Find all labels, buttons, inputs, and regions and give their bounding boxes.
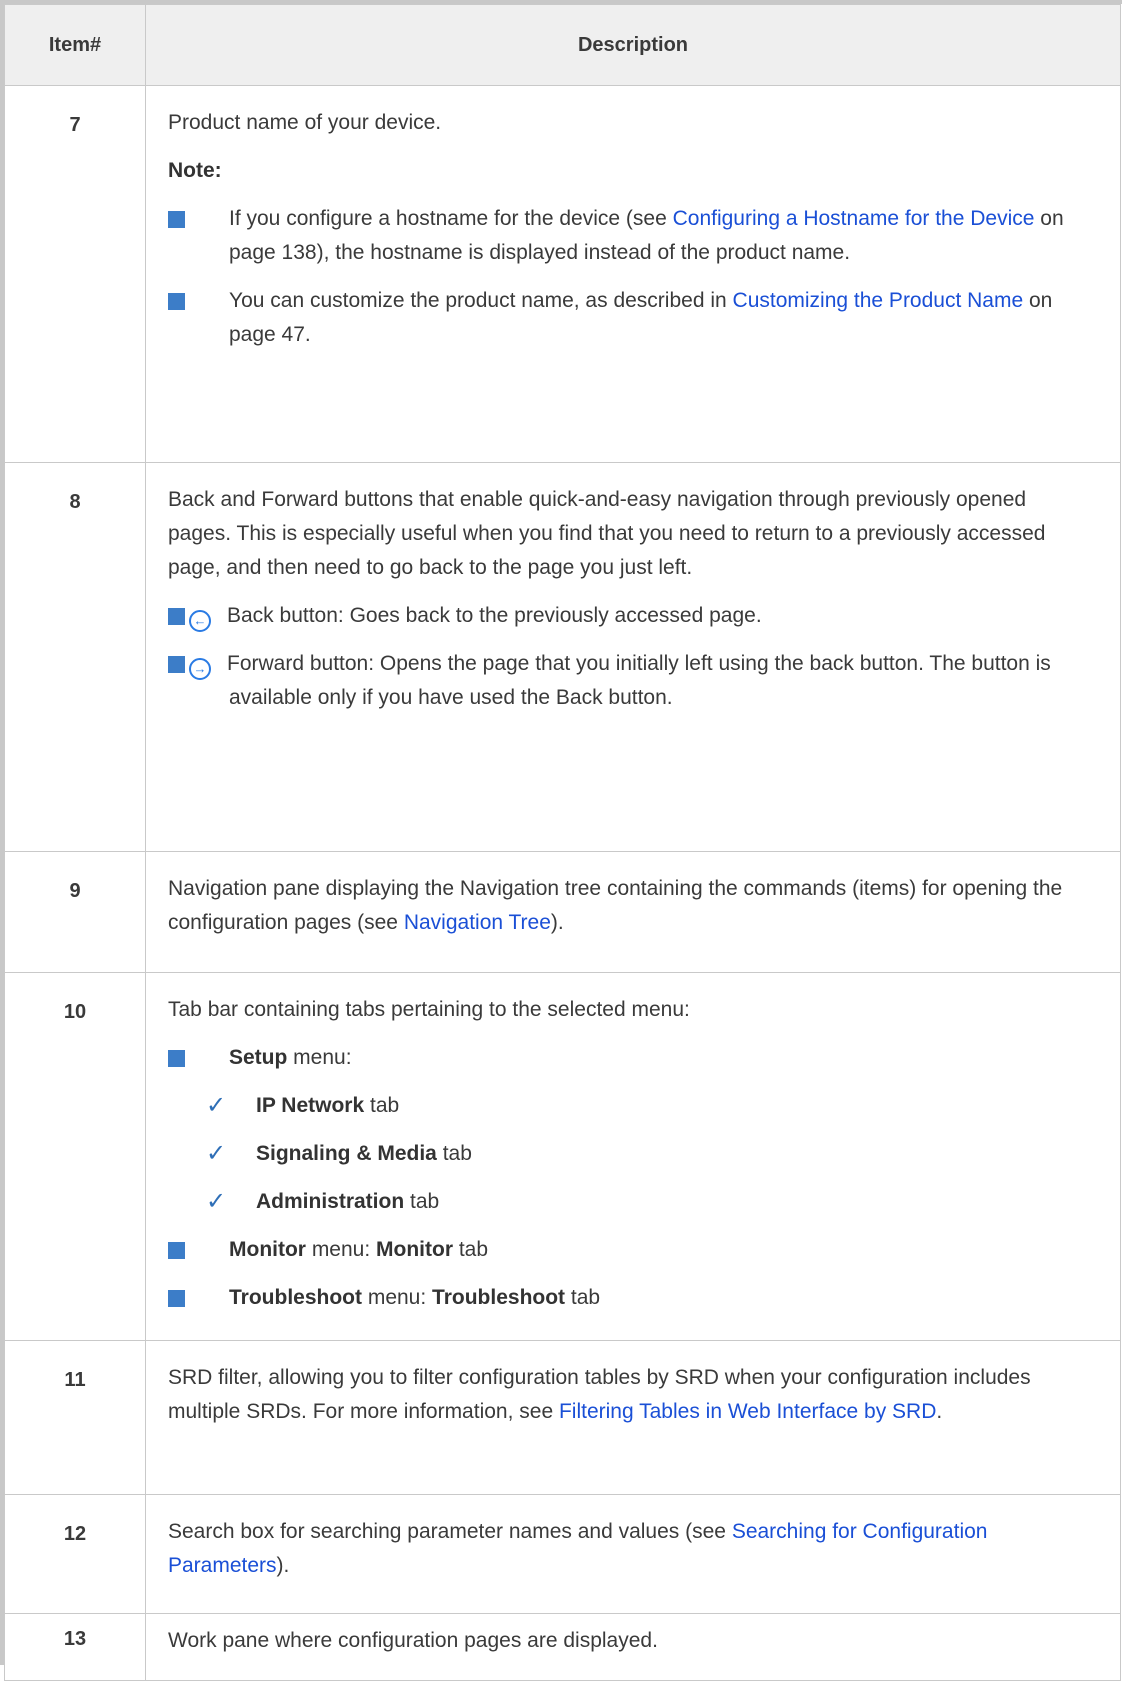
square-bullet-icon — [168, 211, 185, 228]
item-number: 8 — [4, 462, 146, 852]
list-item: Troubleshoot menu: Troubleshoot tab — [168, 1281, 1092, 1315]
back-arrow-circle-icon: ← — [189, 610, 211, 632]
forward-arrow-circle-icon: → — [189, 658, 211, 680]
table-row: 10 Tab bar containing tabs pertaining to… — [4, 972, 1121, 1341]
check-icon: ✓ — [206, 1092, 227, 1119]
item-number: 11 — [4, 1340, 146, 1495]
description-text: Work pane where configuration pages are … — [168, 1629, 658, 1652]
square-bullet-icon — [168, 1050, 185, 1067]
sub-list-item: ✓ Administration tab — [168, 1185, 1092, 1219]
item-number: 9 — [4, 851, 146, 973]
description-table: Item# Description 7 Product name of your… — [4, 4, 1121, 1681]
square-bullet-icon — [168, 293, 185, 310]
description-text: Product name of your device. — [168, 111, 442, 134]
item-description: Product name of your device. Note: If yo… — [145, 85, 1121, 463]
list-item: If you configure a hostname for the devi… — [168, 202, 1092, 270]
table-row: 9 Navigation pane displaying the Navigat… — [4, 851, 1121, 973]
link-customizing-product-name[interactable]: Customizing the Product Name — [733, 289, 1024, 312]
list-item: You can customize the product name, as d… — [168, 284, 1092, 352]
table-row: 11 SRD filter, allowing you to filter co… — [4, 1340, 1121, 1495]
sub-list-item: ✓ IP Network tab — [168, 1089, 1092, 1123]
square-bullet-icon — [168, 1242, 185, 1259]
item-description: Tab bar containing tabs pertaining to th… — [145, 972, 1121, 1341]
item-number: 12 — [4, 1494, 146, 1614]
description-text: SRD filter, allowing you to filter confi… — [168, 1366, 1031, 1423]
description-text: Navigation pane displaying the Navigatio… — [168, 877, 1063, 934]
item-description: Search box for searching parameter names… — [145, 1494, 1121, 1614]
list-item: → Forward button: Opens the page that you… — [168, 647, 1092, 715]
square-bullet-icon — [168, 1290, 185, 1307]
description-text: Back and Forward buttons that enable qui… — [168, 488, 1046, 579]
list-item: Setup menu: — [168, 1041, 1092, 1075]
table-row: 13 Work pane where configuration pages a… — [4, 1613, 1121, 1681]
square-bullet-icon — [168, 608, 185, 625]
header-item: Item# — [4, 4, 146, 86]
description-text: Search box for searching parameter names… — [168, 1520, 988, 1577]
item-description: Navigation pane displaying the Navigatio… — [145, 851, 1121, 973]
link-filtering-tables[interactable]: Filtering Tables in Web Interface by SRD — [559, 1400, 936, 1423]
list-item: Monitor menu: Monitor tab — [168, 1233, 1092, 1267]
item-number: 13 — [4, 1613, 146, 1681]
table-row: 12 Search box for searching parameter na… — [4, 1494, 1121, 1614]
check-icon: ✓ — [206, 1188, 227, 1215]
note-label: Note: — [168, 159, 222, 182]
check-icon: ✓ — [206, 1140, 227, 1167]
item-number: 10 — [4, 972, 146, 1341]
table-row: 7 Product name of your device. Note: If … — [4, 85, 1121, 463]
header-description: Description — [145, 4, 1121, 86]
sub-list-item: ✓ Signaling & Media tab — [168, 1137, 1092, 1171]
item-description: Back and Forward buttons that enable qui… — [145, 462, 1121, 852]
table-header-row: Item# Description — [4, 4, 1121, 86]
item-description: Work pane where configuration pages are … — [145, 1613, 1121, 1681]
item-number: 7 — [4, 85, 146, 463]
list-item: ← Back button: Goes back to the previousl… — [168, 599, 1092, 633]
link-navigation-tree[interactable]: Navigation Tree — [404, 911, 551, 934]
description-text: Tab bar containing tabs pertaining to th… — [168, 998, 690, 1021]
link-configuring-hostname[interactable]: Configuring a Hostname for the Device — [673, 207, 1035, 230]
square-bullet-icon — [168, 656, 185, 673]
table-row: 8 Back and Forward buttons that enable q… — [4, 462, 1121, 852]
item-description: SRD filter, allowing you to filter confi… — [145, 1340, 1121, 1495]
